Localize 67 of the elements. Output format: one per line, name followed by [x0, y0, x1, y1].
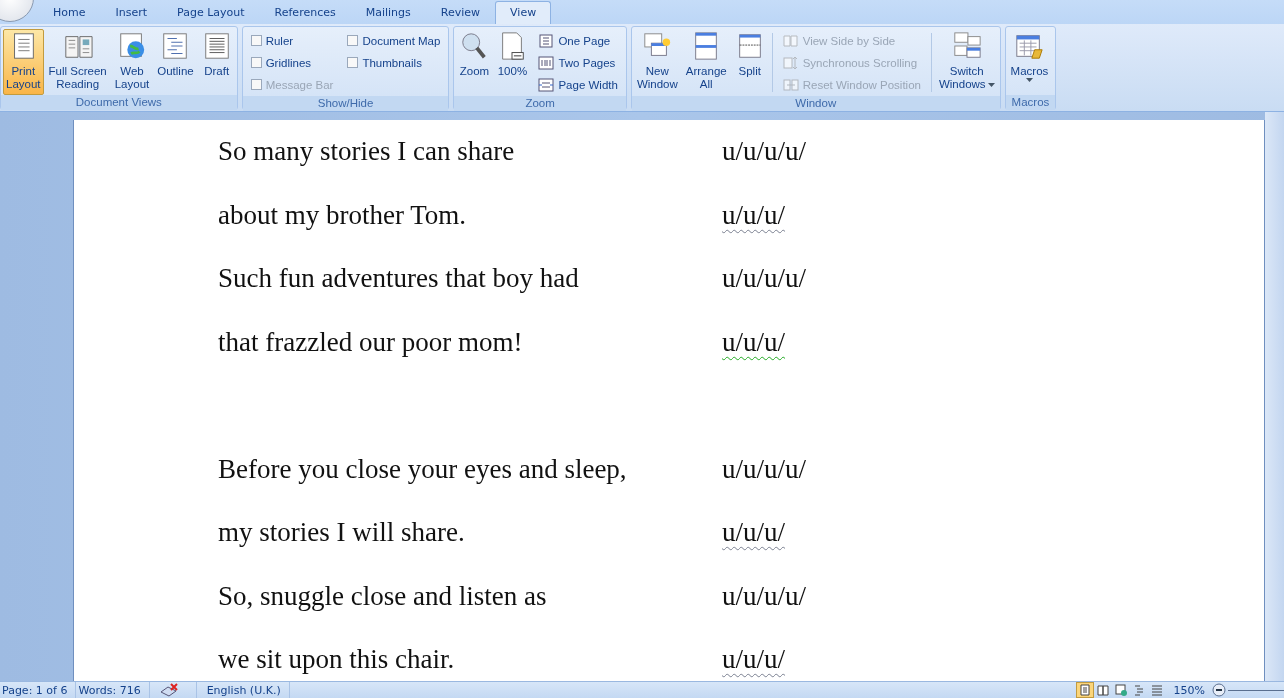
view-button[interactable]: Web Layout: [111, 29, 153, 95]
poem-line: So many stories I can share: [218, 136, 516, 168]
view-button[interactable]: Print Layout: [3, 29, 44, 95]
poem-line: that frazzled our poor mom!: [218, 326, 524, 358]
meter-text: u/u/u/: [722, 326, 785, 358]
view-button[interactable]: Full Screen Reading: [45, 29, 110, 95]
poem-line: we sit upon this chair.: [218, 644, 456, 676]
view-button[interactable]: Split: [731, 29, 768, 95]
ribbon-tab[interactable]: Mailings: [350, 1, 426, 24]
word-count: Words: 716: [76, 682, 150, 698]
view-button[interactable]: Zoom: [456, 29, 493, 95]
proofing-error-icon[interactable]: [159, 683, 180, 697]
view-button[interactable]: Outline: [154, 29, 197, 95]
poem-line: Before you close your eyes and sleep,: [218, 453, 628, 485]
draft-icon: [1150, 684, 1163, 696]
poem-line: So, snuggle close and listen as: [218, 580, 548, 612]
group-label: Macros: [1005, 95, 1056, 110]
view-button[interactable]: Draft: [198, 29, 235, 95]
two-pages-icon: [782, 32, 799, 49]
reset-window-icon: [782, 76, 799, 93]
view-button[interactable]: New Window: [633, 29, 681, 95]
meter-text: u/u/u/: [722, 517, 785, 549]
two-pages-icon: [538, 54, 555, 71]
web-layout-icon: [1114, 684, 1127, 696]
meter-text: u/u/u/u/: [722, 263, 806, 295]
scrollbar[interactable]: [1265, 112, 1284, 681]
group-label: Show/Hide: [242, 96, 449, 111]
view-button[interactable]: Arrange All: [682, 29, 730, 95]
ribbon-tab[interactable]: Insert: [100, 1, 163, 24]
group-label: Zoom: [454, 96, 626, 111]
meter-text: u/u/u/u/: [722, 136, 806, 168]
checkbox[interactable]: Ruler: [248, 31, 336, 50]
toolbar-button[interactable]: Two Pages: [536, 53, 620, 72]
meter-text: u/u/u/: [722, 199, 785, 231]
windows-icon: [951, 31, 982, 61]
view-button[interactable]: 100%: [494, 29, 531, 95]
checkbox[interactable]: Gridlines: [248, 53, 336, 72]
page-icon: [538, 32, 555, 49]
language-text: English (U.K.): [196, 682, 290, 698]
ribbon-tab[interactable]: References: [259, 1, 351, 24]
checkbox[interactable]: Thumbnails: [345, 53, 443, 72]
poem-line: Such fun adventures that boy had: [218, 263, 580, 295]
ribbon-tab[interactable]: View: [495, 1, 552, 24]
ribbon-tab[interactable]: Home: [38, 1, 101, 24]
page-width-icon: [538, 76, 555, 93]
ribbon-tab[interactable]: Review: [425, 1, 496, 24]
view-button[interactable]: [1075, 682, 1094, 698]
page-count: Page: 1 of 6: [0, 682, 77, 698]
outline-icon: [1132, 684, 1145, 696]
poem-line: my stories I will share.: [218, 517, 466, 549]
ribbon-tab[interactable]: Page Layout: [162, 1, 260, 24]
poem-line: about my brother Tom.: [218, 199, 468, 231]
print-layout-icon: [1078, 684, 1091, 696]
meter-text: u/u/u/u/: [722, 580, 806, 612]
group-label: Window: [631, 96, 1000, 111]
toolbar-button[interactable]: Page Width: [536, 75, 620, 94]
reading-icon: [1096, 684, 1109, 696]
zoom-out-button[interactable]: [1211, 683, 1227, 697]
toolbar-button[interactable]: One Page: [536, 31, 620, 50]
zoom-level[interactable]: 150%: [1173, 683, 1205, 697]
view-button[interactable]: Macros: [1007, 29, 1052, 95]
meter-text: u/u/u/: [722, 644, 785, 676]
meter-text: u/u/u/u/: [722, 453, 806, 485]
checkbox[interactable]: Document Map: [345, 31, 443, 50]
group-label: Document Views: [1, 95, 237, 110]
view-button[interactable]: Switch Windows: [935, 29, 998, 95]
sync-scroll-icon: [782, 54, 799, 71]
